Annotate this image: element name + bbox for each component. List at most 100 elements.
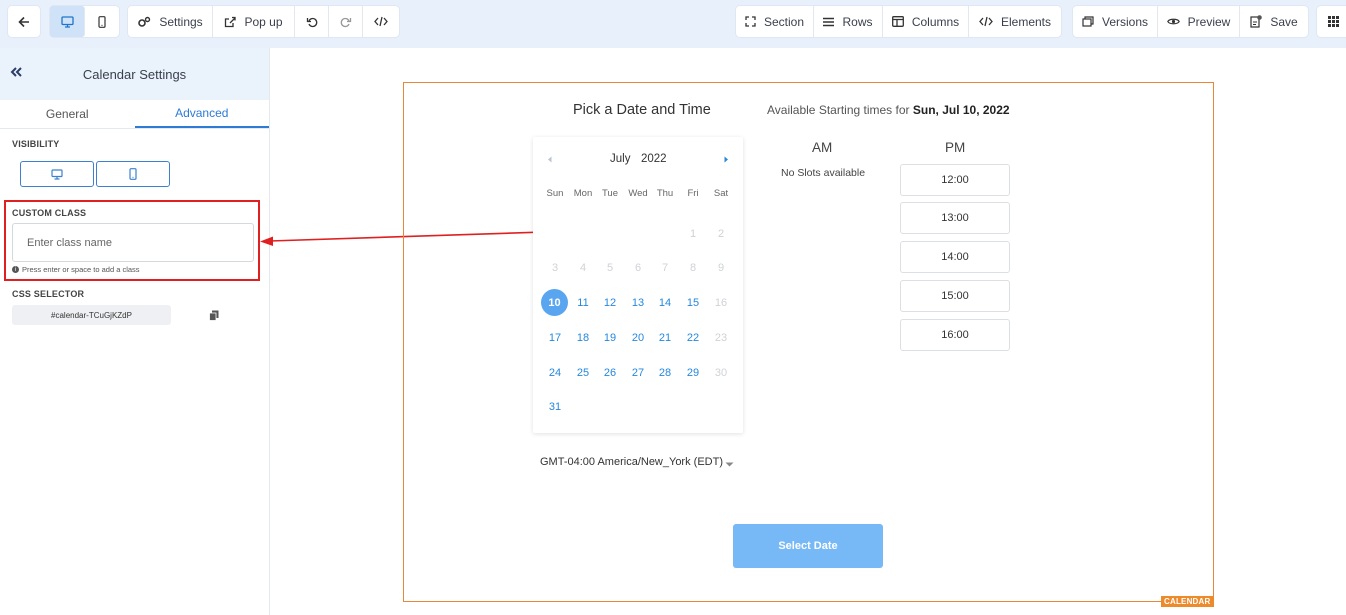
available-times-heading: Available Starting times for Sun, Jul 10… [767, 103, 1010, 117]
apps-button[interactable] [1317, 6, 1346, 37]
calendar-day[interactable]: 18 [569, 324, 597, 352]
calendar-day[interactable]: 29 [679, 359, 707, 387]
time-slot-button[interactable]: 16:00 [900, 319, 1010, 351]
calendar-day[interactable]: 27 [624, 359, 652, 387]
elements-button[interactable]: Elements [969, 6, 1061, 37]
back-button-group [8, 6, 40, 37]
calendar-day: 30 [714, 367, 728, 379]
versions-button[interactable]: Versions [1073, 6, 1158, 37]
versions-label: Versions [1101, 14, 1149, 29]
elements-label: Elements [1000, 14, 1052, 29]
calendar-day[interactable]: 19 [596, 324, 624, 352]
calendar-day[interactable]: 31 [541, 393, 569, 421]
calendar-day[interactable]: 26 [596, 359, 624, 387]
time-slot-button[interactable]: 13:00 [900, 202, 1010, 234]
visibility-desktop-button[interactable] [20, 161, 94, 187]
calendar-title: Pick a Date and Time [573, 102, 711, 118]
calendar-day: 2 [717, 228, 725, 240]
element-tag: CALENDAR [1161, 596, 1214, 607]
calendar-day[interactable]: 14 [651, 289, 679, 317]
pm-label: PM [945, 140, 966, 155]
weekday-label: Mon [573, 188, 593, 199]
back-button[interactable] [8, 6, 40, 37]
calendar-day: 5 [606, 262, 614, 274]
time-slot-button[interactable]: 14:00 [900, 241, 1010, 273]
time-slot-button[interactable]: 12:00 [900, 164, 1010, 196]
calendar-day[interactable]: 15 [679, 289, 707, 317]
calendar-day[interactable]: 24 [541, 359, 569, 387]
settings-button[interactable]: Settings [128, 6, 213, 37]
columns-icon [891, 16, 904, 27]
columns-label: Columns [911, 14, 960, 29]
calendar-day[interactable]: 21 [651, 324, 679, 352]
weekday-label: Sun [546, 188, 564, 199]
publish-actions-group: Versions Preview Save [1073, 6, 1308, 37]
weekday-label: Wed [628, 188, 648, 199]
calendar-day: 8 [689, 262, 697, 274]
expand-icon [745, 16, 756, 27]
prev-month-icon[interactable] [547, 156, 552, 163]
tab-general[interactable]: General [0, 100, 135, 128]
calendar-day[interactable]: 17 [541, 324, 569, 352]
mobile-icon [98, 15, 106, 28]
available-date: Sun, Jul 10, 2022 [912, 103, 1010, 117]
calendar-month[interactable]: July [610, 153, 630, 165]
mobile-view-button[interactable] [85, 6, 119, 37]
weekday-label: Sat [713, 188, 729, 199]
desktop-icon [51, 168, 63, 180]
calendar-day[interactable]: 13 [624, 289, 652, 317]
code-icon [374, 16, 388, 27]
undo-button[interactable] [295, 6, 329, 37]
save-label: Save [1270, 14, 1298, 29]
popup-label: Pop up [244, 14, 283, 29]
calendar-day[interactable]: 28 [651, 359, 679, 387]
columns-button[interactable]: Columns [883, 6, 969, 37]
eye-icon [1166, 18, 1180, 25]
custom-class-label: CUSTOM CLASS [12, 208, 87, 218]
rows-label: Rows [842, 14, 873, 29]
calendar-year[interactable]: 2022 [641, 153, 667, 165]
settings-label: Settings [159, 14, 203, 29]
calendar-day[interactable]: 12 [596, 289, 624, 317]
double-chevron-left-icon[interactable] [8, 64, 24, 80]
time-slot-button[interactable]: 15:00 [900, 280, 1010, 312]
select-date-button[interactable]: Select Date [733, 524, 883, 568]
timezone-select[interactable]: GMT-04:00 America/New_York (EDT) [540, 456, 723, 468]
preview-button[interactable]: Preview [1158, 6, 1240, 37]
popup-button[interactable]: Pop up [213, 6, 295, 37]
calendar-day[interactable]: 22 [679, 324, 707, 352]
versions-icon [1082, 16, 1094, 27]
weekday-label: Tue [601, 188, 619, 199]
chevron-down-icon[interactable] [725, 462, 734, 467]
grid-icon [1327, 16, 1339, 27]
external-edit-icon [225, 16, 237, 27]
custom-class-input[interactable] [12, 223, 254, 262]
next-month-icon[interactable] [724, 156, 729, 163]
layout-actions-group: Section Rows Columns Elements [736, 6, 1061, 37]
calendar-day[interactable]: 20 [624, 324, 652, 352]
code-button[interactable] [363, 6, 399, 37]
desktop-view-button[interactable] [50, 6, 85, 37]
calendar-day[interactable]: 11 [569, 289, 597, 317]
calendar-day-selected[interactable]: 10 [541, 289, 568, 316]
calendar-day: 9 [717, 262, 725, 274]
date-picker [533, 137, 743, 433]
redo-button[interactable] [329, 6, 363, 37]
calendar-day: 7 [661, 262, 669, 274]
apps-group [1317, 6, 1346, 37]
rows-button[interactable]: Rows [814, 6, 883, 37]
copy-icon[interactable] [209, 310, 219, 321]
calendar-day[interactable]: 25 [569, 359, 597, 387]
undo-icon [306, 17, 317, 27]
section-button[interactable]: Section [736, 6, 814, 37]
visibility-mobile-button[interactable] [96, 161, 170, 187]
section-label: Section [763, 14, 805, 29]
top-toolbar: Settings Pop up Section Rows Columns Ele… [0, 0, 1346, 48]
panel-header: Calendar Settings [0, 48, 269, 100]
info-icon: i [12, 266, 19, 273]
arrow-left-icon [18, 16, 29, 27]
save-button[interactable]: Save [1240, 6, 1308, 37]
tab-advanced[interactable]: Advanced [134, 100, 269, 128]
css-selector-value: #calendar-TCuGjKZdP [12, 305, 171, 325]
main-actions-group: Settings Pop up [128, 6, 399, 37]
